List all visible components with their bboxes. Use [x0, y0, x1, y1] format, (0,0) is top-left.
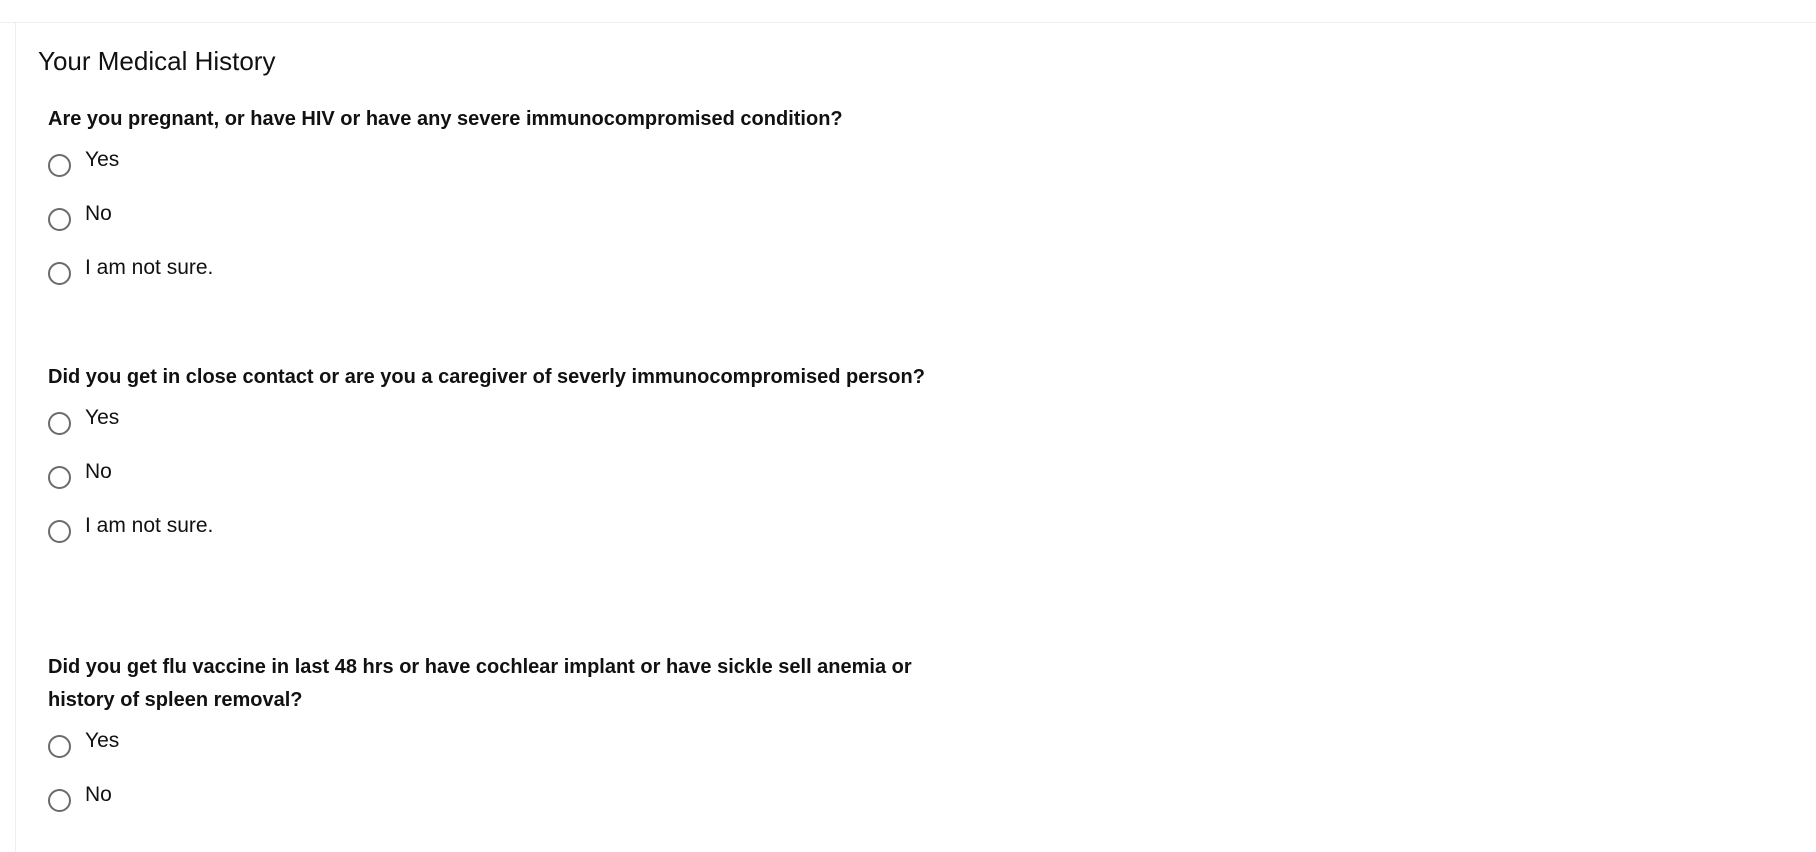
radio-button[interactable] [48, 466, 71, 489]
question-text: Are you pregnant, or have HIV or have an… [48, 108, 843, 130]
option-yes[interactable]: Yes [48, 404, 928, 458]
radio-group: Yes No I am not sure. [48, 404, 928, 566]
radio-group: Yes No I am not sure. [48, 146, 928, 308]
top-strip [0, 0, 1816, 23]
question-close-contact: Did you get in close contact or are you … [48, 361, 928, 566]
radio-button[interactable] [48, 520, 71, 543]
question-text: Did you get in close contact or are you … [48, 366, 925, 388]
option-not-sure[interactable]: I am not sure. [48, 254, 928, 308]
option-label: I am not sure. [85, 256, 214, 279]
radio-button[interactable] [48, 154, 71, 177]
radio-button[interactable] [48, 208, 71, 231]
option-no[interactable]: No [48, 781, 928, 835]
option-label: Yes [85, 729, 120, 752]
option-label: Yes [85, 148, 120, 171]
question-pregnant-hiv: Are you pregnant, or have HIV or have an… [48, 103, 928, 308]
radio-button[interactable] [48, 735, 71, 758]
option-label: I am not sure. [85, 514, 214, 537]
medical-history-card: Your Medical History Are you pregnant, o… [15, 22, 1816, 852]
question-flu-vaccine: Did you get flu vaccine in last 48 hrs o… [48, 651, 928, 835]
question-text: Did you get flu vaccine in last 48 hrs o… [48, 656, 912, 711]
option-not-sure[interactable]: I am not sure. [48, 512, 928, 566]
option-no[interactable]: No [48, 200, 928, 254]
option-yes[interactable]: Yes [48, 727, 928, 781]
radio-group: Yes No [48, 727, 928, 835]
option-label: No [85, 202, 112, 225]
option-yes[interactable]: Yes [48, 146, 928, 200]
radio-button[interactable] [48, 262, 71, 285]
section-title: Your Medical History [38, 46, 276, 76]
option-label: No [85, 783, 112, 806]
radio-button[interactable] [48, 789, 71, 812]
option-label: No [85, 460, 112, 483]
radio-button[interactable] [48, 412, 71, 435]
option-label: Yes [85, 406, 120, 429]
option-no[interactable]: No [48, 458, 928, 512]
